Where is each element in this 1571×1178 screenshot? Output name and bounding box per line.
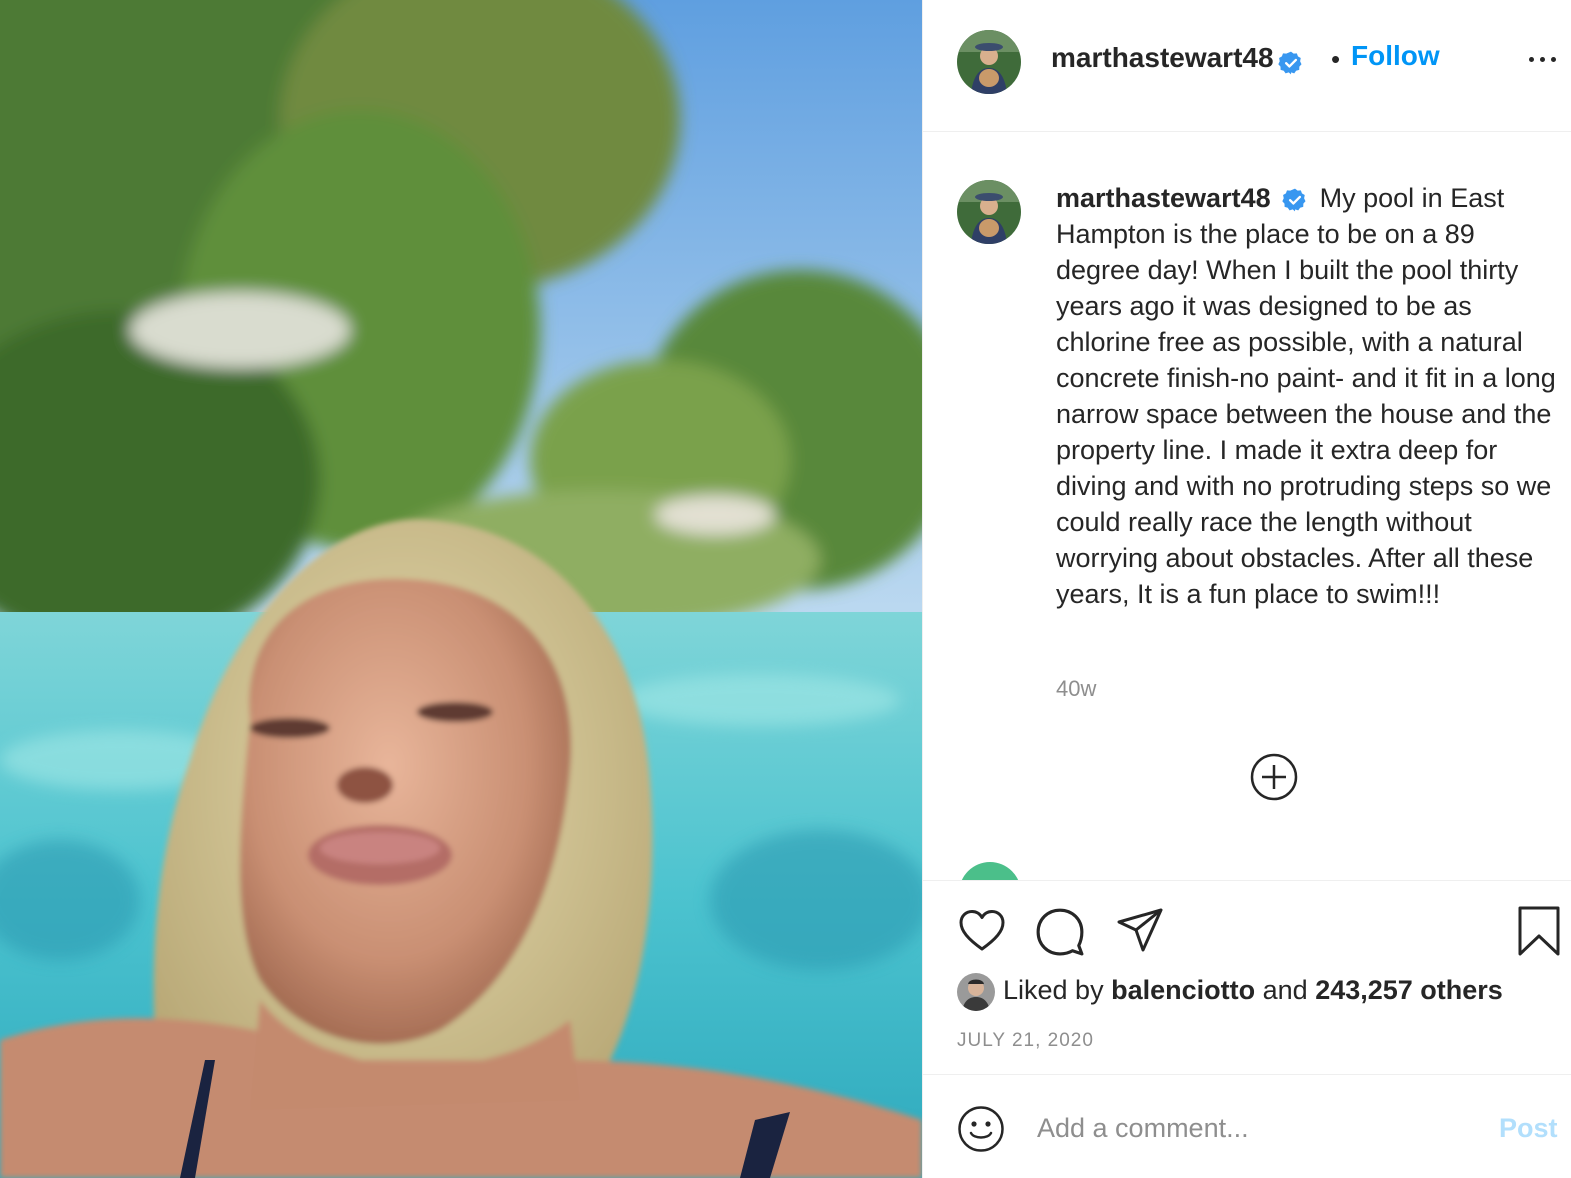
share-icon[interactable]	[1115, 907, 1165, 953]
caption-username[interactable]: marthastewart48	[1056, 183, 1271, 213]
comments-area: marthastewart48 My pool in East Hampton …	[923, 132, 1571, 880]
add-comment-icon[interactable]	[1249, 752, 1299, 802]
post-date[interactable]: JULY 21, 2020	[957, 1030, 1094, 1052]
likes-summary: Liked by balenciotto and 243,257 others	[957, 973, 1503, 1013]
liker-username[interactable]: balenciotto	[1111, 975, 1255, 1005]
caption-author-avatar[interactable]	[957, 180, 1021, 244]
post-comment-button[interactable]: Post	[1499, 1113, 1558, 1144]
header-username[interactable]: marthastewart48	[1051, 42, 1274, 73]
pool-selfie-image	[0, 0, 922, 1178]
more-options-icon[interactable]	[1527, 50, 1559, 66]
liker-avatar[interactable]	[957, 973, 995, 1011]
heart-icon[interactable]	[957, 907, 1007, 955]
author-avatar[interactable]	[957, 30, 1021, 94]
header-username-group: marthastewart48	[1051, 42, 1304, 76]
post-actions: Liked by balenciotto and 243,257 others …	[923, 880, 1571, 1074]
caption-text: My pool in East Hampton is the place to …	[1056, 183, 1556, 609]
comment-input[interactable]	[1035, 1105, 1479, 1151]
emoji-icon[interactable]	[957, 1105, 1005, 1153]
likes-prefix: Liked by	[1003, 975, 1104, 1006]
post-time-ago[interactable]: 40w	[1056, 676, 1096, 702]
likes-count[interactable]: 243,257 others	[1315, 975, 1503, 1005]
follow-button[interactable]: Follow	[1351, 40, 1440, 72]
post-caption: marthastewart48 My pool in East Hampton …	[1056, 180, 1566, 612]
next-comment-avatar[interactable]	[959, 862, 1021, 880]
post-header: marthastewart48 • Follow	[923, 0, 1571, 132]
header-separator: •	[1331, 44, 1341, 74]
verified-badge-icon	[1278, 51, 1302, 75]
verified-badge-icon	[1282, 188, 1306, 212]
comment-icon[interactable]	[1035, 907, 1085, 957]
comment-bar: Post	[923, 1074, 1571, 1178]
post-photo[interactable]	[0, 0, 922, 1178]
post-sidebar: marthastewart48 • Follow marthastewart48	[922, 0, 1571, 1178]
bookmark-icon[interactable]	[1517, 905, 1561, 957]
likes-conj: and	[1262, 975, 1308, 1006]
